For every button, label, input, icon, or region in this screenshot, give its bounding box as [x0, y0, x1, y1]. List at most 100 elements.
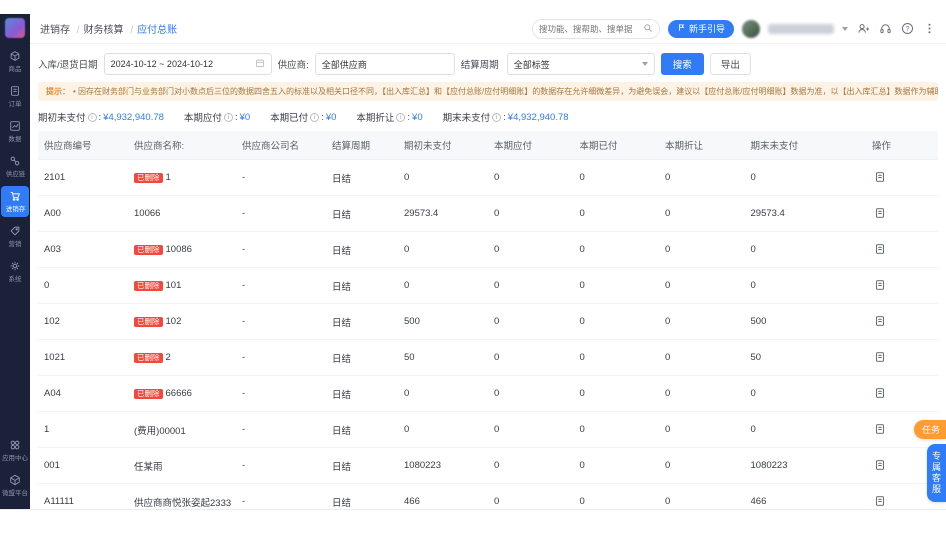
- guide-button[interactable]: 新手引导: [667, 19, 734, 38]
- notice-text: • 因存在财务部门与业务部门对小数点后三位的数据四舍五入的标准以及相关口径不同，…: [73, 87, 938, 96]
- table-row[interactable]: 001 已删除任某雨 - 日结 1080223 0 0 0 1080223: [38, 447, 938, 484]
- breadcrumb-item[interactable]: 财务核算: [84, 25, 124, 36]
- search-button[interactable]: 搜索: [660, 53, 704, 75]
- sidebar-item[interactable]: 订单: [1, 81, 29, 112]
- breadcrumb-item[interactable]: 进销存: [40, 25, 70, 36]
- invite-user-icon[interactable]: [856, 22, 870, 36]
- supplier-filter-label: 供应商:: [277, 60, 309, 71]
- date-range-input[interactable]: 2024-10-12 ~ 2024-10-12: [103, 53, 272, 75]
- supplier-name: 10066: [134, 208, 161, 219]
- supply-icon: [9, 155, 21, 167]
- opening-unpaid: 466: [398, 483, 488, 509]
- supplier-no: 1: [38, 411, 128, 448]
- detail-bill-icon[interactable]: [872, 313, 888, 329]
- detail-bill-icon[interactable]: [872, 349, 888, 365]
- detail-bill-icon[interactable]: [872, 457, 888, 473]
- summary-bar: 期初未支付 i : ¥4,932,940.78 本期应付 i : ¥0 本期已付: [30, 107, 946, 131]
- supplier-company: -: [236, 159, 326, 196]
- detail-bill-icon[interactable]: [872, 277, 888, 293]
- supplier-no: 2101: [38, 159, 128, 196]
- opening-unpaid: 0: [398, 411, 488, 448]
- sidebar-item[interactable]: 供应链: [1, 151, 29, 182]
- info-icon[interactable]: i: [396, 112, 406, 122]
- supplier-no: 1021: [38, 339, 128, 376]
- op-cell: [866, 195, 938, 232]
- breadcrumb-item[interactable]: 应付总账: [137, 25, 177, 36]
- table-row[interactable]: A03 已删除 10086 - 日结 0 0 0 0 0: [38, 231, 938, 268]
- supplier-name-cell: 已删除 101: [128, 267, 236, 304]
- detail-bill-icon[interactable]: [872, 385, 888, 401]
- avatar[interactable]: [742, 19, 760, 38]
- table-row[interactable]: 1021 已删除 2 - 日结 50 0 0 0 50: [38, 339, 938, 376]
- op-cell: [866, 231, 938, 268]
- table-row[interactable]: A04 已删除 66666 - 日结 0 0 0 0 0: [38, 375, 938, 412]
- sidebar-bottom-item[interactable]: 应用中心: [1, 435, 29, 466]
- summary-label: 期末未支付: [442, 113, 491, 124]
- svg-text:?: ?: [905, 26, 909, 33]
- opening-unpaid: 29573.4: [398, 195, 488, 232]
- closing-unpaid: 500: [744, 303, 866, 340]
- table-row[interactable]: A11111 已删除供应商商悦张姿起2333 - 日结 466 0 0 0 46…: [38, 483, 938, 509]
- column-header: 供应商名称:: [128, 131, 236, 160]
- detail-bill-icon[interactable]: [872, 169, 888, 185]
- supplier-name: 102: [165, 315, 182, 327]
- detail-bill-icon[interactable]: [872, 241, 888, 257]
- summary-colon: :: [503, 111, 506, 123]
- search-input[interactable]: [538, 23, 643, 34]
- opening-unpaid: 0: [398, 159, 488, 196]
- data-icon: [9, 120, 21, 132]
- detail-bill-icon[interactable]: [872, 421, 888, 437]
- table-row[interactable]: 0 已删除 101 - 日结 0 0 0 0 0: [38, 267, 938, 304]
- current-paid: 0: [573, 375, 659, 412]
- brand-logo: [5, 18, 25, 38]
- info-icon[interactable]: i: [223, 112, 233, 122]
- column-header: 供应商编号: [38, 131, 128, 160]
- detail-bill-icon[interactable]: [872, 493, 888, 509]
- closing-unpaid: 50: [744, 339, 866, 376]
- table-header-row: 供应商编号 供应商名称: 供应商公司名 结算周期 期初未支付 本期应付 本期已付 本期折让 期末…: [38, 131, 938, 160]
- sidebar-item[interactable]: 商品: [1, 46, 29, 77]
- table-row[interactable]: A00 已删除10066 - 日结 29573.4 0 0 0 29573.4: [38, 195, 938, 232]
- deleted-badge: 已删除: [134, 388, 163, 400]
- column-header: 结算周期: [326, 131, 398, 160]
- customer-service-icon[interactable]: [878, 22, 892, 36]
- cycle-select[interactable]: 全部标签: [506, 53, 655, 75]
- op-cell: [866, 339, 938, 376]
- deleted-badge: 已删除: [134, 280, 163, 292]
- supplier-input[interactable]: 全部供应商: [314, 53, 455, 75]
- settle-cycle: 日结: [326, 483, 398, 509]
- chevron-down-icon[interactable]: [842, 26, 848, 31]
- current-discount: 0: [659, 339, 745, 376]
- help-icon[interactable]: ?: [900, 22, 914, 36]
- sidebar-bottom: 应用中心 微盟平台: [0, 433, 30, 503]
- column-header: 操作: [866, 131, 938, 160]
- current-discount: 0: [659, 411, 745, 448]
- export-button[interactable]: 导出: [709, 53, 751, 75]
- search-icon[interactable]: [643, 20, 653, 38]
- table-row[interactable]: 102 已删除 102 - 日结 500 0 0 0 500: [38, 303, 938, 340]
- info-icon[interactable]: i: [87, 112, 97, 122]
- chevron-down-icon: [641, 62, 648, 66]
- sidebar-bottom-item[interactable]: 微盟平台: [1, 470, 29, 501]
- more-icon[interactable]: [922, 22, 936, 36]
- current-discount: 0: [659, 447, 745, 484]
- supplier-no: 001: [38, 447, 128, 484]
- task-floating-tab[interactable]: 任务: [913, 420, 946, 439]
- supplier-name-cell: 已删除 102: [128, 303, 236, 340]
- supplier-name-cell: 已删除 10086: [128, 231, 236, 268]
- customer-service-floating-tab[interactable]: 专属客服: [927, 444, 946, 502]
- info-icon[interactable]: i: [492, 112, 502, 122]
- sidebar-item[interactable]: 数据: [1, 116, 29, 147]
- supplier-value: 全部供应商: [321, 59, 367, 70]
- current-payable: 0: [488, 447, 574, 484]
- sidebar-item[interactable]: 进销存: [1, 186, 29, 217]
- supplier-name: (费用)00001: [134, 425, 186, 437]
- table-row[interactable]: 2101 已删除 1 - 日结 0 0 0 0 0: [38, 159, 938, 196]
- supplier-no: A04: [38, 375, 128, 412]
- info-icon[interactable]: i: [310, 112, 320, 122]
- settle-cycle: 日结: [326, 267, 398, 304]
- table-row[interactable]: 1 已删除(费用)00001 - 日结 0 0 0 0 0: [38, 411, 938, 448]
- sidebar-item[interactable]: 系统: [1, 256, 29, 287]
- detail-bill-icon[interactable]: [872, 205, 888, 221]
- sidebar-item[interactable]: 营销: [1, 221, 29, 252]
